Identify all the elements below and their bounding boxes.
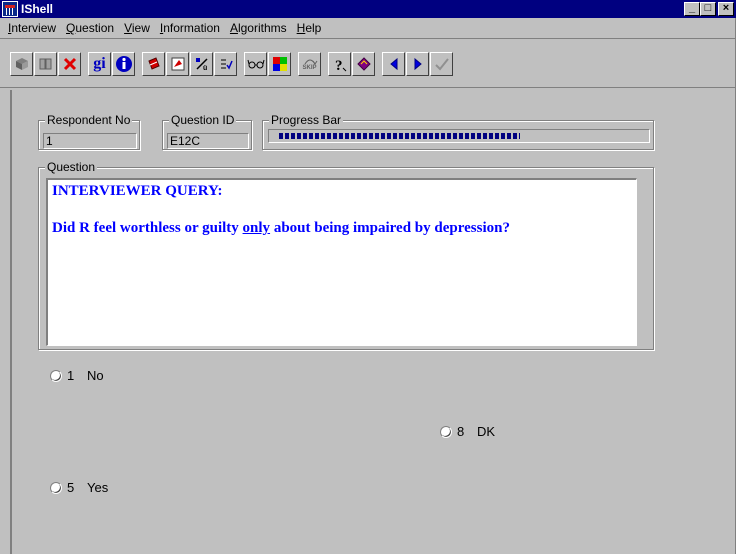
question-id-label: Question ID <box>169 113 237 127</box>
book-button[interactable] <box>10 52 33 76</box>
option-no-radio[interactable] <box>50 369 62 382</box>
minimize-button[interactable]: _ <box>684 2 700 16</box>
gi-button[interactable]: gi <box>88 52 111 76</box>
question-title: INTERVIEWER QUERY: <box>52 183 223 199</box>
glasses-icon <box>247 59 264 69</box>
progress-label: Progress Bar <box>269 113 344 127</box>
option-no[interactable]: 1 No <box>50 368 104 383</box>
menu-interview-rest: nterview <box>11 21 57 35</box>
skip-button[interactable]: SKIP <box>298 52 321 76</box>
book-purple-icon <box>356 57 371 71</box>
menu-question[interactable]: Question <box>62 19 120 37</box>
svg-text:ü: ü <box>203 65 207 72</box>
previous-button[interactable] <box>382 52 405 76</box>
menu-interview[interactable]: Interview <box>4 19 62 37</box>
accept-button[interactable] <box>430 52 453 76</box>
book-icon <box>15 58 28 70</box>
option-no-label: No <box>87 368 104 383</box>
option-dk-radio[interactable] <box>440 425 452 438</box>
question-group-label: Question <box>45 160 98 174</box>
glasses-button[interactable] <box>244 52 267 76</box>
svg-text:?: ? <box>335 58 343 72</box>
toolbar: gi ü SKIP ? <box>0 38 736 88</box>
library-button[interactable] <box>34 52 57 76</box>
question-display: INTERVIEWER QUERY: Did R feel worthless … <box>46 178 637 346</box>
menu-algorithms-key: A <box>229 21 238 35</box>
question-id-group: Question ID E12C <box>162 113 252 150</box>
menu-algorithms-rest: lgorithms <box>237 21 287 35</box>
option-dk[interactable]: 8 DK <box>440 424 495 439</box>
question-text: Did R feel worthless or guilty only abou… <box>52 220 510 237</box>
information-button[interactable] <box>112 52 135 76</box>
question-group: Question INTERVIEWER QUERY: Did R feel w… <box>38 160 654 350</box>
close-button[interactable]: × <box>718 2 734 16</box>
menu-help-key: H <box>296 21 306 35</box>
menu-view[interactable]: View <box>120 19 156 37</box>
menu-view-rest: iew <box>131 21 150 35</box>
checklist-button[interactable] <box>214 52 237 76</box>
help-icon: ? <box>335 58 346 72</box>
respondent-group: Respondent No 1 <box>38 113 140 150</box>
question-text-part1: Did R feel worthless or guilty <box>52 220 243 236</box>
check-icon <box>434 58 449 71</box>
color-grid-icon <box>272 57 287 71</box>
option-dk-code: 8 <box>457 424 465 439</box>
progress-bar <box>268 129 650 143</box>
red-flag-icon <box>171 57 184 71</box>
option-no-code: 1 <box>67 368 75 383</box>
question-id-field[interactable]: E12C <box>167 133 249 149</box>
respondent-field[interactable]: 1 <box>43 133 137 149</box>
window-controls: _ □ × <box>684 2 734 16</box>
option-yes-label: Yes <box>87 480 109 495</box>
progress-group: Progress Bar <box>262 113 654 150</box>
gi-label: gi <box>93 55 106 72</box>
option-yes[interactable]: 5 Yes <box>50 480 108 495</box>
notebook-button[interactable] <box>142 52 165 76</box>
question-text-emphasis: only <box>242 220 271 236</box>
variable-button[interactable]: ü <box>190 52 213 76</box>
next-button[interactable] <box>406 52 429 76</box>
title-bar[interactable]: IShell _ □ × <box>0 0 736 18</box>
option-dk-label: DK <box>477 424 496 439</box>
menu-question-rest: uestion <box>75 21 115 35</box>
skip-icon <box>304 59 317 65</box>
question-text-part2: about being impaired by depression? <box>270 220 510 236</box>
notebook-icon <box>147 57 160 70</box>
next-icon <box>414 57 422 71</box>
delete-icon <box>63 57 76 71</box>
previous-icon <box>389 57 397 71</box>
menu-view-key: V <box>124 21 132 35</box>
book-purple-button[interactable] <box>352 52 375 76</box>
window-title: IShell <box>21 2 54 16</box>
menu-information-rest: nformation <box>163 21 220 35</box>
variable-icon: ü <box>195 58 208 72</box>
interview-panel: Respondent No 1 Question ID E12C Progres… <box>10 90 736 554</box>
menu-question-key: Q <box>66 21 76 35</box>
red-flag-button[interactable] <box>166 52 189 76</box>
option-yes-code: 5 <box>67 480 75 495</box>
skip-label: SKIP <box>302 65 317 71</box>
library-icon <box>39 58 51 70</box>
help-button[interactable]: ? <box>328 52 351 76</box>
option-yes-radio[interactable] <box>50 481 62 494</box>
application-window: IShell _ □ × Interview Question View Inf… <box>0 0 736 554</box>
progress-fill <box>279 133 520 139</box>
info-icon <box>115 56 132 72</box>
maximize-button[interactable]: □ <box>700 2 716 16</box>
menu-information[interactable]: Information <box>156 19 226 37</box>
checklist-icon <box>220 59 233 70</box>
menu-help-rest: elp <box>305 21 322 35</box>
menu-help[interactable]: Help <box>293 19 328 37</box>
menu-bar: Interview Question View Information Algo… <box>0 19 736 37</box>
menu-algorithms[interactable]: Algorithms <box>226 19 293 37</box>
color-grid-button[interactable] <box>268 52 291 76</box>
delete-button[interactable] <box>58 52 81 76</box>
respondent-label: Respondent No <box>45 113 133 127</box>
app-icon[interactable] <box>2 1 18 17</box>
